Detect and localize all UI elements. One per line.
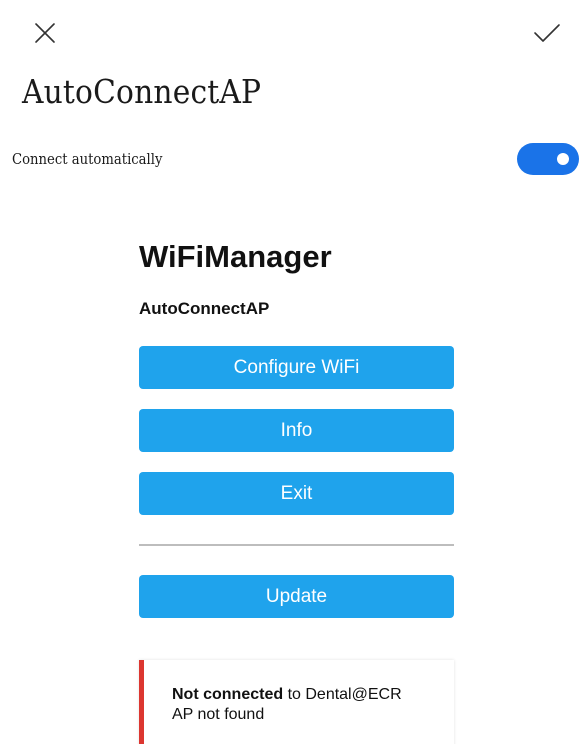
status-rest-text: to Dental@ECR — [283, 686, 402, 703]
check-icon — [534, 24, 560, 42]
connect-automatically-toggle[interactable] — [517, 143, 579, 175]
portal-content: WiFiManager AutoConnectAP Configure WiFi… — [139, 236, 454, 618]
captive-portal-screen: AutoConnectAP Connect automatically WiFi… — [0, 0, 580, 744]
portal-subtitle: AutoConnectAP — [139, 299, 270, 318]
toggle-knob — [557, 153, 569, 165]
exit-button[interactable]: Exit — [139, 472, 454, 515]
status-line2: AP not found — [172, 706, 265, 723]
close-icon — [35, 23, 55, 43]
confirm-button[interactable] — [532, 18, 562, 48]
divider — [139, 544, 454, 546]
connection-status-box: Not connected to Dental@ECR AP not found — [139, 660, 454, 744]
configure-wifi-button[interactable]: Configure WiFi — [139, 346, 454, 389]
portal-heading: WiFiManager — [139, 239, 332, 274]
status-message: Not connected to Dental@ECR AP not found — [172, 685, 402, 725]
page-title: AutoConnectAP — [22, 72, 262, 111]
status-accent-bar — [139, 660, 144, 744]
connect-automatically-label: Connect automatically — [12, 150, 163, 168]
info-button[interactable]: Info — [139, 409, 454, 452]
update-button[interactable]: Update — [139, 575, 454, 618]
close-button[interactable] — [30, 18, 60, 48]
status-bold-text: Not connected — [172, 686, 284, 703]
